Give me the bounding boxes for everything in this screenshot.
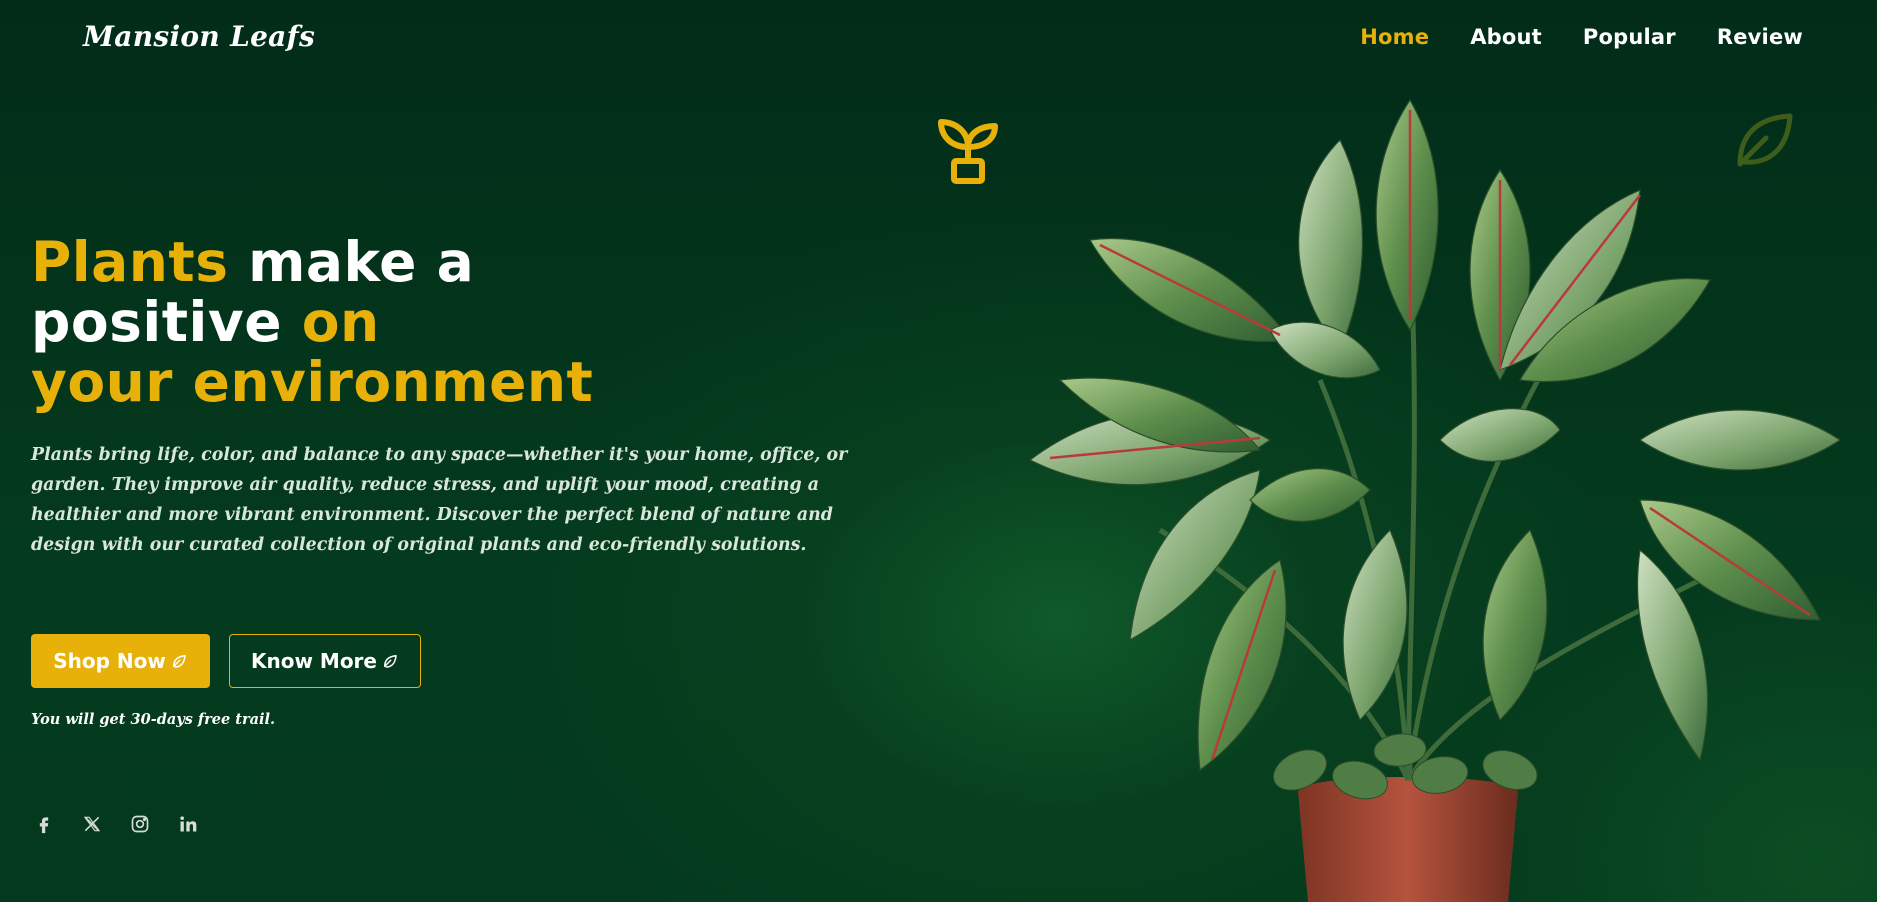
shop-now-label: Shop Now <box>53 649 166 673</box>
plant-image <box>1028 98 1842 902</box>
hero-description: Plants bring life, color, and balance to… <box>31 445 848 555</box>
know-more-button[interactable]: Know More <box>229 634 421 688</box>
nav-home[interactable]: Home <box>1360 25 1429 49</box>
leaf-icon <box>172 655 186 668</box>
instagram-icon[interactable] <box>129 813 151 835</box>
main-nav: Home About Popular Review <box>1319 25 1803 49</box>
facebook-icon[interactable] <box>33 813 55 835</box>
title-highlight-on: on <box>301 290 380 354</box>
site-logo[interactable]: Mansion Leafs <box>83 20 315 53</box>
leaf-icon <box>384 655 397 668</box>
know-more-label: Know More <box>251 649 377 673</box>
social-links <box>33 813 225 835</box>
linkedin-icon[interactable] <box>177 813 199 835</box>
nav-about[interactable]: About <box>1470 25 1542 49</box>
shop-now-button[interactable]: Shop Now <box>31 634 210 688</box>
nav-popular[interactable]: Popular <box>1583 25 1676 49</box>
trial-note: You will get 30-days free trail. <box>31 711 276 728</box>
hero-title: Plants make a positive on your environme… <box>31 232 593 412</box>
title-highlight-plants: Plants <box>31 230 229 294</box>
title-highlight-environment: your environment <box>31 350 594 414</box>
title-make-a: make a <box>228 230 475 294</box>
x-icon[interactable] <box>81 813 103 835</box>
nav-review[interactable]: Review <box>1717 25 1803 49</box>
title-positive: positive <box>31 290 302 354</box>
